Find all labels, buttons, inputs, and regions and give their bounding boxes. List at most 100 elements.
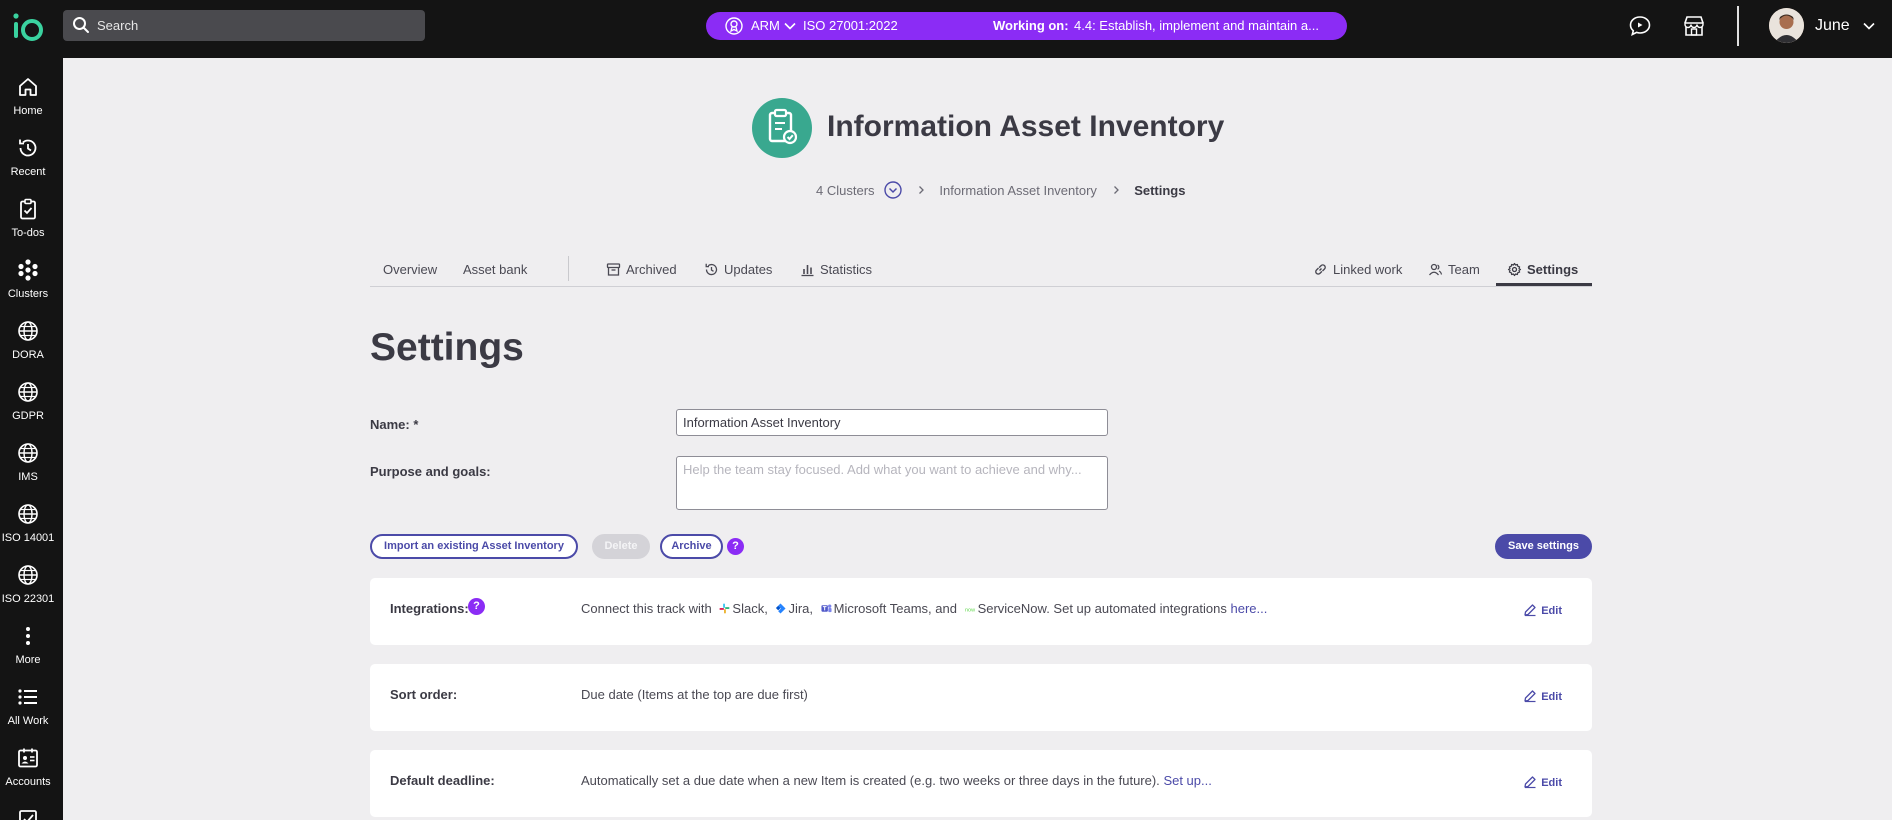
teams-label: Microsoft Teams, and [833,601,957,616]
rail-label: DORA [12,349,44,361]
tab-statistics[interactable]: Statistics [800,262,872,277]
history-icon [19,139,37,157]
integrations-text: Connect this track with Slack, Jira, Mic… [581,601,1267,616]
track-icon [752,98,812,158]
tab-label: Settings [1527,262,1579,277]
edit-label: Edit [1541,691,1562,703]
working-on-text[interactable]: 4.4: Establish, implement and maintain a… [1074,18,1319,33]
edit-label: Edit [1541,605,1562,617]
default-deadline-text: Automatically set a due date when a new … [581,773,1212,788]
tab-overview[interactable]: Overview [383,262,437,277]
tab-updates[interactable]: Updates [704,262,772,277]
globe-icon [18,443,38,463]
chevron-down-icon[interactable] [783,19,797,33]
pencil-icon [1524,776,1536,789]
tab-archived[interactable]: Archived [606,262,677,277]
rail-label: ISO 14001 [1,532,55,544]
slack-icon [719,603,730,614]
home-icon [19,78,37,96]
working-on-bar[interactable]: ARM ISO 27001:2022 Working on: 4.4: Esta… [706,12,1347,40]
standard-short: ARM [751,18,780,33]
chevron-right-icon [918,186,924,194]
standard-name: ISO 27001:2022 [803,18,898,33]
pencil-icon [1524,690,1536,703]
sort-order-card: Sort order: Due date (Items at the top a… [370,664,1592,731]
rail-item-accounts[interactable]: Accounts [0,739,56,795]
search-placeholder: Search [97,18,139,33]
rail-label: Home [13,105,43,117]
rail-item-extra[interactable] [0,800,56,820]
gear-icon [1507,262,1522,277]
chevron-circle-down-icon[interactable] [884,181,902,199]
sort-order-text: Due date (Items at the top are due first… [581,687,808,702]
rail-label: Recent [10,166,46,178]
store-icon[interactable] [1681,13,1707,39]
tab-label: Linked work [1333,262,1403,277]
integrations-card: Integrations: ? Connect this track with … [370,578,1592,645]
rail-item-ims[interactable]: IMS [0,434,56,490]
save-settings-button[interactable]: Save settings [1495,534,1592,559]
chat-icon[interactable] [1627,13,1653,39]
checkbox-icon [19,810,37,820]
tab-label: Team [1448,262,1480,277]
rail-item-gdpr[interactable]: GDPR [0,373,56,429]
tab-divider [568,256,569,281]
rail-label: Accounts [5,776,51,788]
history-icon [705,263,718,276]
rail-label: ISO 22301 [1,593,55,605]
user-name[interactable]: June [1815,17,1850,35]
rail-label: IMS [18,471,38,483]
chevron-right-icon [1113,186,1119,194]
page-title: Settings [370,326,524,369]
default-deadline-label: Default deadline: [390,773,495,788]
tab-team[interactable]: Team [1428,262,1480,277]
slack-label: Slack, [732,601,768,616]
integrations-link[interactable]: here... [1231,601,1268,616]
integrations-prefix: Connect this track with [581,601,712,616]
import-button[interactable]: Import an existing Asset Inventory [370,534,578,559]
rail-item-clusters[interactable]: Clusters [0,251,56,307]
rail-item-iso-14001[interactable]: ISO 14001 [0,495,56,551]
rail-item-more[interactable]: More [0,617,56,673]
avatar[interactable] [1769,8,1804,43]
name-field[interactable] [676,409,1108,436]
rail-label: To-dos [11,227,45,239]
rail-item-iso-22301[interactable]: ISO 22301 [0,556,56,612]
edit-default-deadline-button[interactable]: Edit [1523,775,1562,789]
archive-icon [606,263,621,276]
default-deadline-card: Default deadline: Automatically set a du… [370,750,1592,817]
default-deadline-description: Automatically set a due date when a new … [581,773,1160,788]
globe-icon [18,504,38,524]
rail-label: GDPR [12,410,44,422]
tab-linked-work[interactable]: Linked work [1313,262,1402,277]
working-on-label: Working on: [993,18,1069,33]
breadcrumb-clusters[interactable]: 4 Clusters [816,183,875,198]
help-icon[interactable]: ? [468,598,485,615]
edit-integrations-button[interactable]: Edit [1523,603,1562,617]
rail-item-home[interactable]: Home [0,68,56,124]
help-icon[interactable]: ? [727,538,744,555]
purpose-field[interactable] [676,456,1108,510]
jira-label: Jira, [788,601,813,616]
rail-item-recent[interactable]: Recent [0,129,56,185]
purpose-label: Purpose and goals: [370,464,491,479]
chevron-down-icon[interactable] [1862,19,1876,33]
archive-button[interactable]: Archive [660,534,723,559]
rail-item-dora[interactable]: DORA [0,312,56,368]
io-logo[interactable] [10,10,46,46]
default-deadline-link[interactable]: Set up... [1163,773,1211,788]
more-vertical-icon [26,627,30,645]
rail-item-all-work[interactable]: All Work [0,678,56,734]
edit-sort-order-button[interactable]: Edit [1523,689,1562,703]
award-icon [725,17,743,35]
sort-order-label: Sort order: [390,687,458,702]
search-bar[interactable]: Search [63,10,425,41]
rail-label: More [15,654,41,666]
jira-icon [776,603,786,614]
rail-item-todos[interactable]: To-dos [0,190,56,246]
delete-button[interactable]: Delete [592,534,650,559]
tab-asset-bank[interactable]: Asset bank [463,262,527,277]
tab-settings[interactable]: Settings [1507,262,1578,277]
edit-label: Edit [1541,777,1562,789]
breadcrumb-parent[interactable]: Information Asset Inventory [939,183,1097,198]
